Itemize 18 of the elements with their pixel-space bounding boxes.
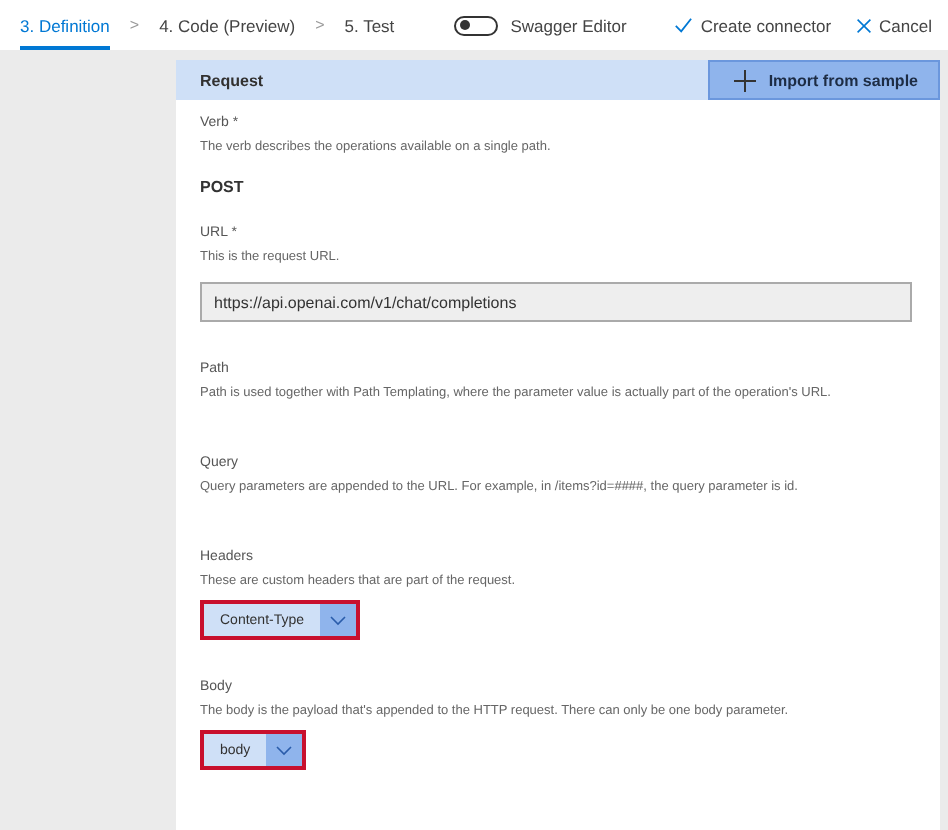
section-title: Request (198, 71, 264, 89)
toolbar-button[interactable]: Create connector (674, 15, 832, 35)
step-tab[interactable]: 4. Code (Preview) (159, 4, 296, 50)
plus-icon (734, 69, 757, 91)
field-value: POST (200, 178, 244, 196)
toolbar-button[interactable]: Cancel (855, 15, 932, 35)
close-icon (855, 17, 872, 33)
step-tab[interactable]: 5. Test (344, 4, 395, 50)
check-icon (674, 16, 693, 34)
caret-icon (276, 745, 293, 755)
toggle-switch[interactable] (454, 15, 499, 35)
step-tab[interactable]: 3. Definition (20, 4, 110, 50)
chevron-separator: > (129, 16, 140, 34)
import-button[interactable]: Import from sample (708, 60, 940, 100)
url-field[interactable]: https://api.openai.com/v1/chat/completions (200, 282, 912, 322)
toggle-label: Swagger Editor (510, 15, 627, 35)
caret-icon (330, 615, 347, 625)
chevron-separator: > (315, 16, 325, 34)
